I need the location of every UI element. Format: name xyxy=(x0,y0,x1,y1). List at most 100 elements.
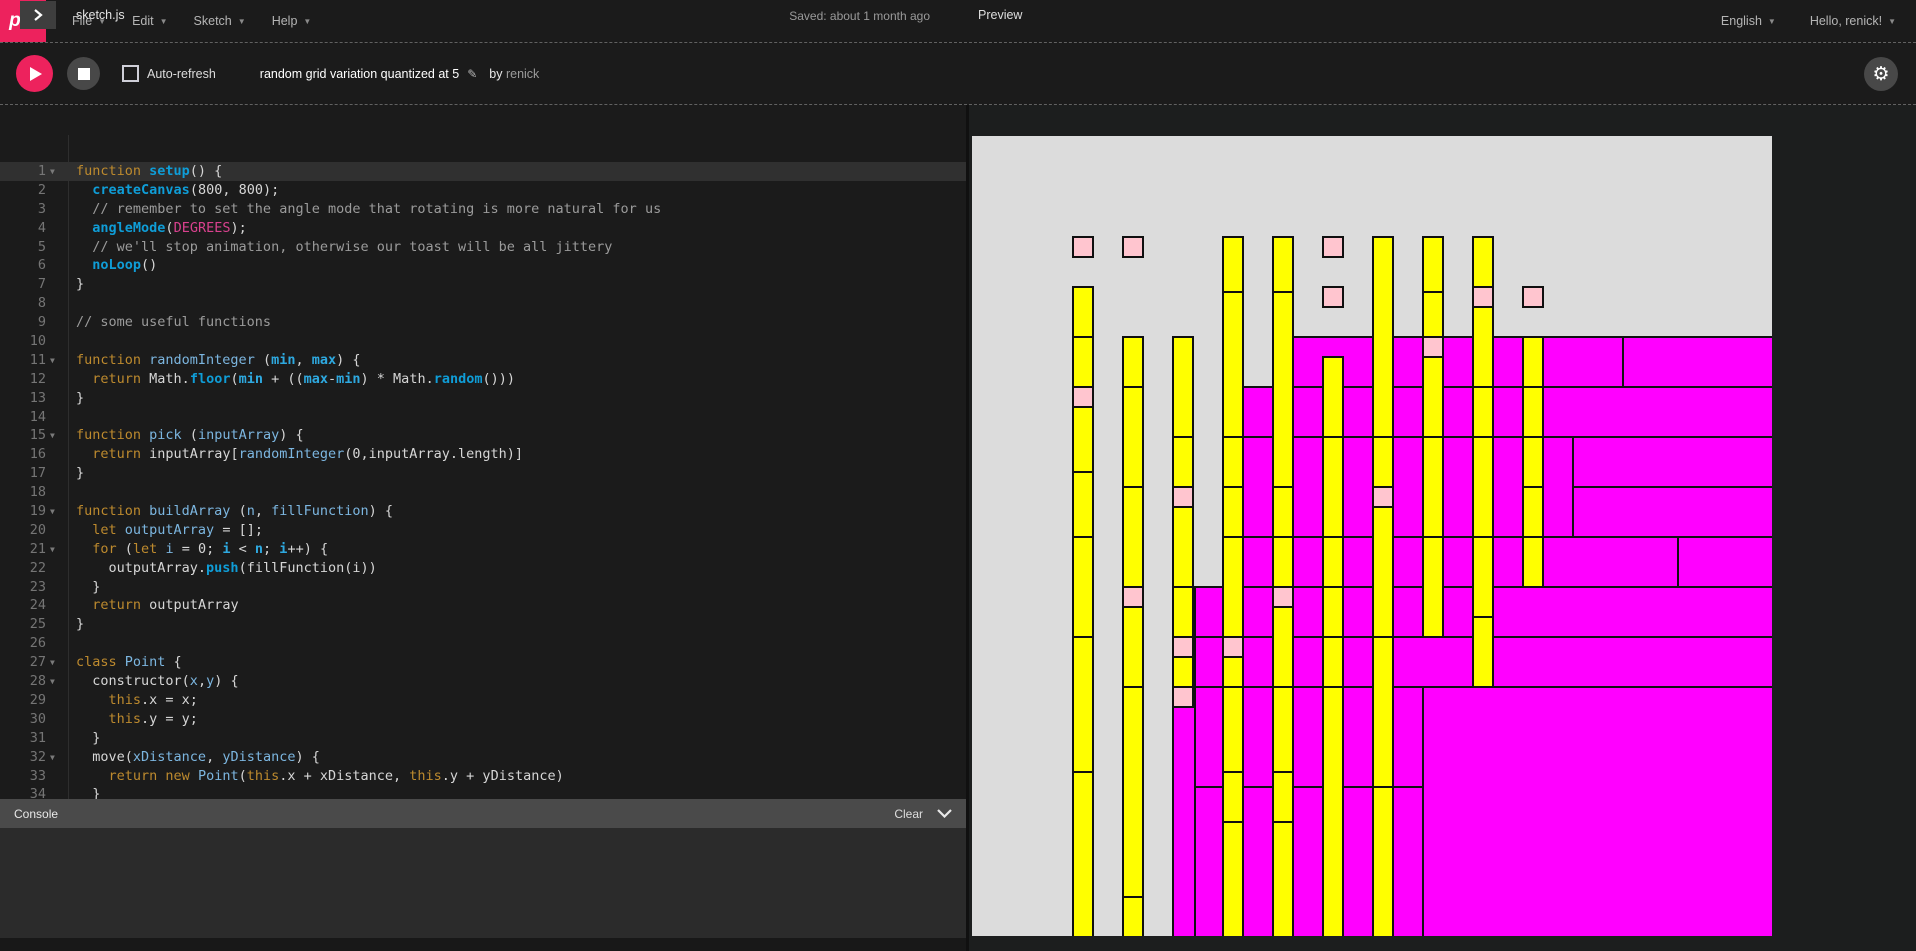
art-rect xyxy=(1572,436,1772,488)
tab-sketch-js[interactable]: sketch.js xyxy=(76,8,125,22)
code-editor[interactable]: 1▼function setup() {2 createCanvas(800, … xyxy=(0,135,966,799)
saved-status: Saved: about 1 month ago xyxy=(789,9,930,23)
settings-button[interactable]: ⚙ xyxy=(1864,57,1898,91)
code-text: function buildArray (n, fillFunction) { xyxy=(76,502,393,521)
code-line[interactable]: 18 xyxy=(0,483,966,502)
code-line[interactable]: 7} xyxy=(0,275,966,294)
code-line[interactable]: 22 outputArray.push(fillFunction(i)) xyxy=(0,559,966,578)
chevron-down-icon: ▼ xyxy=(160,17,168,26)
code-line[interactable]: 3 // remember to set the angle mode that… xyxy=(0,200,966,219)
line-number: 23 xyxy=(0,578,46,597)
code-line[interactable]: 11▼ function randomInteger (min, max) { xyxy=(0,351,966,370)
art-rect xyxy=(1172,656,1194,688)
sketch-title: random grid variation quantized at 5 xyxy=(260,67,459,81)
code-line[interactable]: 21▼ for (let i = 0; i < n; i++) { xyxy=(0,540,966,559)
code-text: class Point { xyxy=(76,653,182,672)
code-line[interactable]: 10 xyxy=(0,332,966,351)
console-clear-button[interactable]: Clear xyxy=(894,807,923,821)
menu-edit[interactable]: Edit▼ xyxy=(132,14,167,28)
code-text: } xyxy=(76,464,84,483)
line-number: 11 xyxy=(0,351,46,370)
code-text: // remember to set the angle mode that r… xyxy=(76,200,661,219)
code-text: let outputArray = []; xyxy=(76,521,263,540)
code-line[interactable]: 8 xyxy=(0,294,966,313)
code-text: } xyxy=(76,785,100,799)
fold-arrow-icon[interactable]: ▼ xyxy=(50,427,55,446)
menu-sketch[interactable]: Sketch▼ xyxy=(194,14,246,28)
chevron-down-icon: ▼ xyxy=(1768,17,1776,26)
preview-title: Preview xyxy=(978,8,1022,22)
code-line[interactable]: 2 createCanvas(800, 800); xyxy=(0,181,966,200)
pencil-icon[interactable]: ✎ xyxy=(467,67,477,81)
art-rect xyxy=(1242,536,1679,588)
code-line[interactable]: 17} xyxy=(0,464,966,483)
art-rect xyxy=(1122,236,1144,258)
fold-arrow-icon[interactable]: ▼ xyxy=(50,749,55,768)
code-line[interactable]: 9// some useful functions xyxy=(0,313,966,332)
autorefresh-checkbox[interactable] xyxy=(122,65,139,82)
art-rect xyxy=(1322,636,1344,688)
code-line[interactable]: 26 xyxy=(0,634,966,653)
gear-icon: ⚙ xyxy=(1872,63,1889,85)
code-line[interactable]: 25} xyxy=(0,615,966,634)
language-selector[interactable]: English▼ xyxy=(1721,14,1776,28)
chevron-down-icon[interactable] xyxy=(937,809,952,818)
code-text: } xyxy=(76,615,84,634)
code-line[interactable]: 13} xyxy=(0,389,966,408)
art-rect xyxy=(1272,771,1294,823)
art-rect xyxy=(1072,236,1094,258)
code-text: function randomInteger (min, max) { xyxy=(76,351,361,370)
code-line[interactable]: 34 } xyxy=(0,785,966,799)
code-line[interactable]: 20 let outputArray = []; xyxy=(0,521,966,540)
play-button[interactable] xyxy=(16,55,53,92)
fold-arrow-icon[interactable]: ▼ xyxy=(50,352,55,371)
art-rect xyxy=(1122,606,1144,688)
chevron-right-icon xyxy=(33,9,43,21)
code-line[interactable]: 28▼ constructor(x,y) { xyxy=(0,672,966,691)
code-line[interactable]: 6 noLoop() xyxy=(0,256,966,275)
code-line[interactable]: 19▼function buildArray (n, fillFunction)… xyxy=(0,502,966,521)
p5-canvas[interactable] xyxy=(972,136,1772,936)
code-text: return outputArray xyxy=(76,596,239,615)
art-rect xyxy=(1122,586,1144,608)
art-rect xyxy=(1472,436,1494,538)
art-rect xyxy=(1322,356,1344,438)
code-line[interactable]: 27▼class Point { xyxy=(0,653,966,672)
code-line[interactable]: 15▼function pick (inputArray) { xyxy=(0,426,966,445)
art-rect xyxy=(1122,896,1144,936)
fold-arrow-icon[interactable]: ▼ xyxy=(50,673,55,692)
art-rect xyxy=(1522,436,1544,488)
code-text: createCanvas(800, 800); xyxy=(76,181,279,200)
fold-arrow-icon[interactable]: ▼ xyxy=(50,654,55,673)
code-line[interactable]: 4 angleMode(DEGREES); xyxy=(0,219,966,238)
art-rect xyxy=(1322,586,1344,638)
line-number: 18 xyxy=(0,483,46,502)
code-line[interactable]: 29 this.x = x; xyxy=(0,691,966,710)
code-text: function pick (inputArray) { xyxy=(76,426,304,445)
code-text: noLoop() xyxy=(76,256,157,275)
code-line[interactable]: 1▼function setup() { xyxy=(0,162,966,181)
author-name[interactable]: renick xyxy=(506,67,539,81)
art-rect xyxy=(1522,536,1544,588)
code-line[interactable]: 30 this.y = y; xyxy=(0,710,966,729)
account-menu[interactable]: Hello, renick!▼ xyxy=(1810,14,1896,28)
line-number: 8 xyxy=(0,294,46,313)
code-line[interactable]: 12 return Math.floor(min + ((max-min) * … xyxy=(0,370,966,389)
stop-button[interactable] xyxy=(67,57,100,90)
art-rect xyxy=(1272,291,1294,488)
code-line[interactable]: 14 xyxy=(0,408,966,427)
art-rect xyxy=(1172,706,1196,936)
sidebar-collapse-button[interactable] xyxy=(20,1,56,29)
code-line[interactable]: 23 } xyxy=(0,578,966,597)
fold-arrow-icon[interactable]: ▼ xyxy=(50,541,55,560)
code-line[interactable]: 16 return inputArray[randomInteger(0,inp… xyxy=(0,445,966,464)
console-output[interactable] xyxy=(0,828,966,938)
code-line[interactable]: 33 return new Point(this.x + xDistance, … xyxy=(0,767,966,786)
code-line[interactable]: 5 // we'll stop animation, otherwise our… xyxy=(0,238,966,257)
code-line[interactable]: 24 return outputArray xyxy=(0,596,966,615)
menu-help[interactable]: Help▼ xyxy=(272,14,312,28)
fold-arrow-icon[interactable]: ▼ xyxy=(50,163,55,182)
code-line[interactable]: 32▼ move(xDistance, yDistance) { xyxy=(0,748,966,767)
code-line[interactable]: 31 } xyxy=(0,729,966,748)
fold-arrow-icon[interactable]: ▼ xyxy=(50,503,55,522)
